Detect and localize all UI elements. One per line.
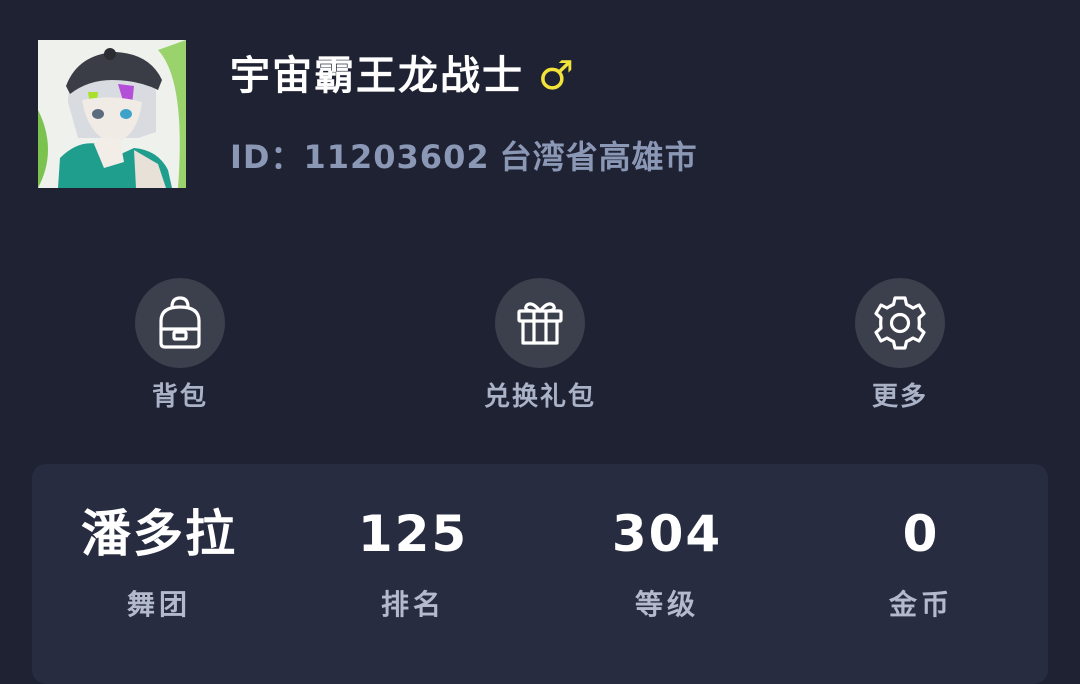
dance-group-value: 潘多拉 — [81, 505, 237, 563]
user-id: ID：11203602 — [230, 138, 490, 176]
stats-card: 潘多拉 舞团 125 排名 304 等级 0 金币 — [32, 464, 1048, 684]
coins-value: 0 — [902, 505, 940, 563]
more-button[interactable]: 更多 — [810, 278, 990, 414]
coins-label: 金币 — [888, 588, 953, 621]
profile-name-row: 宇宙霸王龙战士 ♂ — [230, 50, 574, 102]
stat-ranking[interactable]: 125 排名 — [286, 502, 540, 624]
stat-level[interactable]: 304 等级 — [540, 502, 794, 624]
backpack-button[interactable]: 背包 — [90, 278, 270, 414]
ranking-value: 125 — [357, 505, 469, 563]
ranking-label: 排名 — [380, 588, 445, 621]
dance-group-label: 舞团 — [126, 588, 191, 621]
stat-coins[interactable]: 0 金币 — [794, 502, 1048, 624]
gear-icon — [855, 278, 945, 368]
location: 台湾省高雄市 — [499, 138, 698, 176]
stat-dance-group[interactable]: 潘多拉 舞团 — [32, 502, 286, 624]
backpack-label: 背包 — [151, 382, 208, 412]
gift-icon — [495, 278, 585, 368]
avatar[interactable] — [38, 40, 186, 188]
more-label: 更多 — [871, 382, 928, 412]
level-label: 等级 — [634, 588, 699, 621]
level-value: 304 — [611, 505, 723, 563]
user-id-location: ID：11203602 台湾省高雄市 — [230, 132, 698, 178]
male-gender-icon: ♂ — [538, 53, 574, 99]
redeem-gift-button[interactable]: 兑换礼包 — [450, 278, 630, 414]
redeem-gift-label: 兑换礼包 — [483, 382, 596, 412]
avatar-image — [38, 40, 186, 188]
backpack-icon — [135, 278, 225, 368]
username: 宇宙霸王龙战士 — [230, 53, 524, 99]
